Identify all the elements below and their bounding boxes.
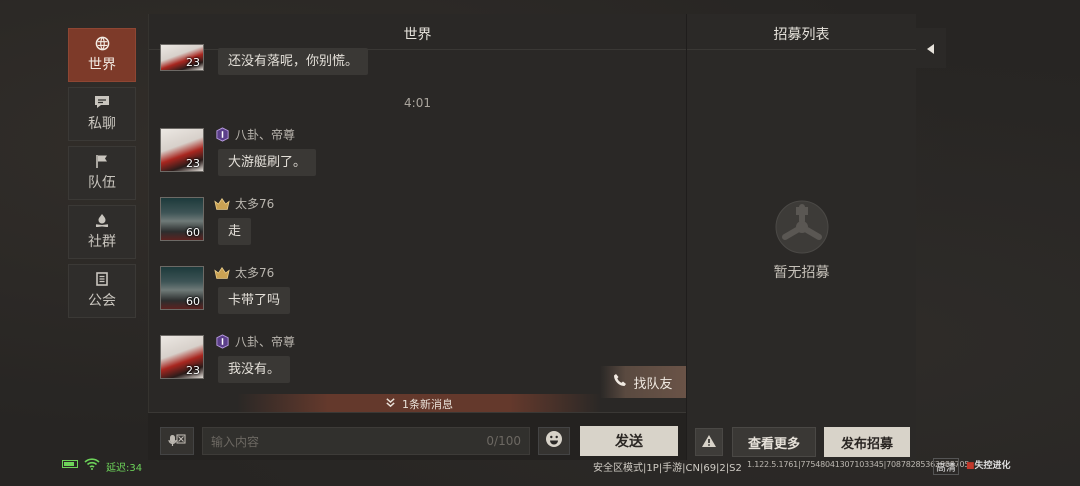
nav-item-community[interactable]: 社群 bbox=[68, 205, 136, 259]
nav-label: 私聊 bbox=[88, 116, 116, 132]
player-avatar[interactable]: 60 bbox=[160, 197, 204, 241]
player-name[interactable]: 太多76 bbox=[235, 264, 274, 281]
player-name[interactable]: 八卦、帝尊 bbox=[235, 126, 295, 143]
nav-label: 社群 bbox=[88, 234, 116, 250]
triangle-left-icon bbox=[927, 39, 935, 58]
smiley-icon bbox=[545, 430, 563, 452]
recruit-panel: 招募列表 暂无招募 查看更多 发布招募 bbox=[686, 14, 916, 460]
input-placeholder: 输入内容 bbox=[211, 434, 260, 449]
player-level: 23 bbox=[186, 56, 200, 69]
player-name[interactable]: 太多76 bbox=[235, 195, 274, 212]
empty-recruit-text: 暂无招募 bbox=[773, 265, 830, 281]
game-logo-text: 失控进化 bbox=[974, 461, 1011, 471]
guild-banner-icon bbox=[94, 272, 110, 286]
warning-icon bbox=[701, 433, 717, 452]
voice-toggle-button[interactable] bbox=[160, 427, 194, 455]
publish-recruit-button[interactable]: 发布招募 bbox=[824, 427, 910, 457]
nav-item-world[interactable]: 世界 bbox=[68, 28, 136, 82]
message-bubble[interactable]: 还没有落呢，你别慌。 bbox=[218, 48, 369, 75]
gold-crown-badge-icon bbox=[214, 196, 230, 212]
purple-rank-badge-icon bbox=[214, 334, 230, 350]
message-bubble[interactable]: 卡带了吗 bbox=[218, 287, 291, 314]
player-name-row: 太多76 bbox=[214, 195, 274, 212]
time-divider: 4:01 bbox=[404, 96, 431, 110]
chat-input-bar: 输入内容 0/100 发送 bbox=[148, 412, 686, 460]
find-teammate-label: 找队友 bbox=[633, 376, 673, 392]
collapse-panel-button[interactable] bbox=[916, 28, 946, 68]
player-avatar[interactable]: 60 bbox=[160, 266, 204, 310]
purple-rank-badge-icon bbox=[214, 127, 230, 143]
nav-label: 公会 bbox=[88, 293, 116, 309]
world-chat-panel: 世界 23 还没有落呢，你别慌。 4:01 23 八卦、帝尊 大游艇刷了。 60 bbox=[148, 14, 686, 428]
player-level: 23 bbox=[186, 364, 200, 377]
mic-muted-icon bbox=[168, 432, 186, 451]
game-logo: ■失控进化 bbox=[966, 461, 1011, 471]
find-teammate-button[interactable]: 找队友 bbox=[600, 366, 686, 398]
emoji-button[interactable] bbox=[538, 427, 570, 455]
globe-icon bbox=[94, 36, 110, 50]
send-button[interactable]: 发送 bbox=[580, 426, 678, 456]
nav-item-private-chat[interactable]: 私聊 bbox=[68, 87, 136, 141]
message-bubble[interactable]: 大游艇刷了。 bbox=[218, 149, 317, 176]
wifi-icon bbox=[84, 458, 100, 473]
nav-label: 队伍 bbox=[88, 175, 116, 191]
player-avatar[interactable]: 23 bbox=[160, 128, 204, 172]
new-messages-indicator[interactable]: 1条新消息 bbox=[237, 394, 601, 414]
new-messages-label: 1条新消息 bbox=[402, 398, 453, 411]
status-bar: 延迟:34 安全区模式|1P|手游|CN|69|2|S2 1.122.5.176… bbox=[0, 456, 1080, 475]
battery-icon bbox=[62, 460, 78, 468]
player-name-row: 太多76 bbox=[214, 264, 274, 281]
input-char-counter: 0/100 bbox=[486, 434, 521, 448]
player-level: 23 bbox=[186, 157, 200, 170]
nav-item-guild[interactable]: 公会 bbox=[68, 264, 136, 318]
nav-item-team[interactable]: 队伍 bbox=[68, 146, 136, 200]
player-level: 60 bbox=[186, 295, 200, 308]
nav-label: 世界 bbox=[88, 57, 116, 73]
player-name-row: 八卦、帝尊 bbox=[214, 126, 295, 143]
view-more-button[interactable]: 查看更多 bbox=[732, 427, 816, 457]
player-avatar[interactable]: 23 bbox=[160, 44, 204, 71]
campfire-icon bbox=[94, 213, 110, 227]
chat-bubble-icon bbox=[94, 95, 110, 109]
recruit-title: 招募列表 bbox=[687, 14, 916, 50]
message-bubble[interactable]: 我没有。 bbox=[218, 356, 291, 383]
player-avatar[interactable]: 23 bbox=[160, 335, 204, 379]
phone-icon bbox=[613, 373, 627, 391]
chat-channel-nav: 世界 私聊 队伍 社群 公会 bbox=[68, 28, 136, 323]
player-level: 60 bbox=[186, 226, 200, 239]
flag-icon bbox=[94, 154, 110, 168]
empty-recruit-icon bbox=[774, 199, 830, 255]
double-chevron-down-icon bbox=[385, 397, 396, 411]
quality-badge: 高清 bbox=[933, 458, 959, 475]
chat-title: 世界 bbox=[149, 14, 686, 50]
report-button[interactable] bbox=[695, 428, 723, 456]
player-name[interactable]: 八卦、帝尊 bbox=[235, 333, 295, 350]
server-info: 安全区模式|1P|手游|CN|69|2|S2 bbox=[593, 463, 742, 474]
player-name-row: 八卦、帝尊 bbox=[214, 333, 295, 350]
ping-latency: 延迟:34 bbox=[106, 463, 143, 474]
gold-crown-badge-icon bbox=[214, 265, 230, 281]
message-bubble[interactable]: 走 bbox=[218, 218, 252, 245]
chat-message-input[interactable]: 输入内容 0/100 bbox=[202, 427, 530, 455]
